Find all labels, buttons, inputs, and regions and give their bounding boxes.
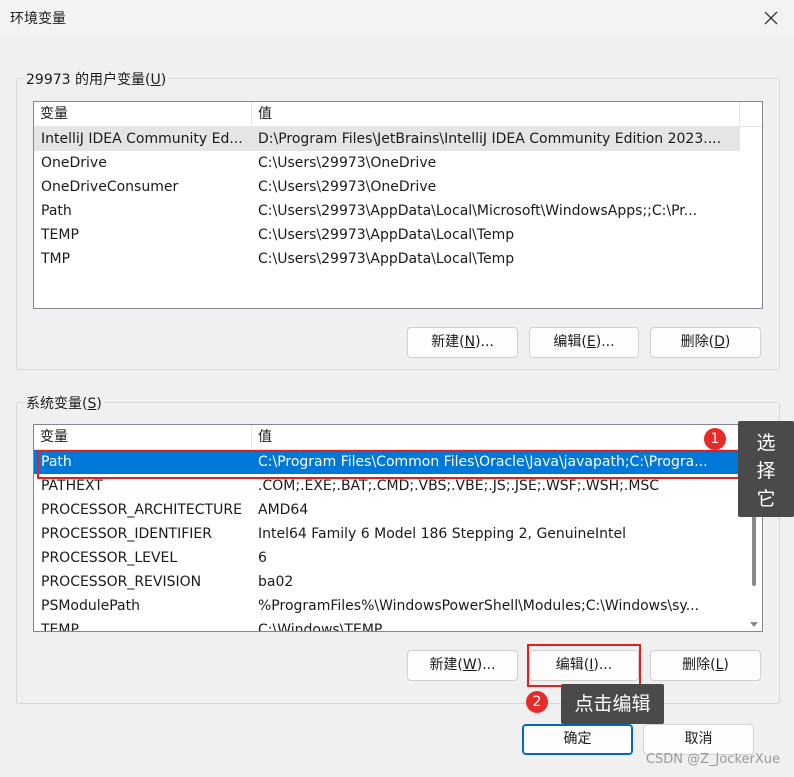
- table-row[interactable]: PROCESSOR_LEVEL 6: [34, 546, 746, 570]
- user-new-button[interactable]: 新建(N)...: [407, 327, 518, 358]
- table-row[interactable]: TEMP C:\Windows\TEMP: [34, 618, 746, 632]
- variable-value-cell: C:\Users\29973\AppData\Local\Microsoft\W…: [258, 203, 698, 219]
- user-vars-list[interactable]: 变量 值 IntelliJ IDEA Community Ed... D:\Pro…: [33, 101, 763, 309]
- table-row[interactable]: Path C:\Users\29973\AppData\Local\Microso…: [34, 199, 740, 223]
- close-button[interactable]: [748, 0, 794, 36]
- column-header-value[interactable]: 值: [252, 425, 746, 449]
- annotation-tip-click-edit: 点击编辑: [561, 684, 664, 724]
- column-header-value[interactable]: 值: [252, 102, 740, 126]
- variable-name-cell: TEMP: [41, 622, 79, 632]
- list-header: 变量 值: [34, 102, 762, 127]
- variable-value-cell: C:\Users\29973\OneDrive: [258, 179, 437, 195]
- variable-name-cell: PROCESSOR_ARCHITECTURE: [41, 502, 242, 518]
- user-edit-button[interactable]: 编辑(E)...: [529, 327, 639, 358]
- variable-name-cell: PROCESSOR_LEVEL: [41, 550, 178, 566]
- table-row[interactable]: PSModulePath %ProgramFiles%\WindowsPowerS…: [34, 594, 746, 618]
- variable-value-cell: ba02: [258, 574, 294, 590]
- watermark: CSDN @Z_JockerXue: [645, 752, 780, 767]
- annotation-tip-select: 选择它: [738, 421, 794, 517]
- variable-value-cell: C:\Users\29973\OneDrive: [258, 155, 437, 171]
- column-header-variable[interactable]: 变量: [34, 425, 252, 449]
- window-title: 环境变量: [10, 11, 66, 27]
- annotation-badge-1: 1: [704, 428, 726, 450]
- system-delete-button[interactable]: 删除(L): [650, 650, 761, 681]
- variable-value-cell: Intel64 Family 6 Model 186 Stepping 2, G…: [258, 526, 627, 542]
- annotation-highlight-edit-button: [527, 644, 641, 687]
- scroll-down-icon[interactable]: [750, 622, 758, 627]
- variable-name-cell: PROCESSOR_REVISION: [41, 574, 202, 590]
- table-row[interactable]: TEMP C:\Users\29973\AppData\Local\Temp: [34, 223, 740, 247]
- ok-button[interactable]: 确定: [522, 724, 633, 755]
- variable-name-cell: OneDriveConsumer: [41, 179, 179, 195]
- column-header-variable[interactable]: 变量: [34, 102, 252, 126]
- close-icon: [764, 11, 778, 25]
- variable-value-cell: C:\Windows\TEMP: [258, 622, 383, 632]
- table-row[interactable]: OneDriveConsumer C:\Users\29973\OneDrive: [34, 175, 740, 199]
- system-new-button[interactable]: 新建(W)...: [407, 650, 518, 681]
- table-row[interactable]: PROCESSOR_REVISION ba02: [34, 570, 746, 594]
- annotation-highlight-path-row: [37, 450, 749, 479]
- table-row[interactable]: OneDrive C:\Users\29973\OneDrive: [34, 151, 740, 175]
- variable-value-cell: C:\Users\29973\AppData\Local\Temp: [258, 251, 515, 267]
- variable-value-cell: D:\Program Files\JetBrains\IntelliJ IDEA…: [258, 131, 722, 147]
- variable-name-cell: IntelliJ IDEA Community Ed...: [41, 131, 243, 147]
- variable-name-cell: TEMP: [41, 227, 79, 243]
- variable-value-cell: C:\Users\29973\AppData\Local\Temp: [258, 227, 515, 243]
- list-header: 变量 值: [34, 425, 762, 450]
- variable-name-cell: Path: [41, 203, 72, 219]
- variable-name-cell: PSModulePath: [41, 598, 140, 614]
- variable-name-cell: OneDrive: [41, 155, 107, 171]
- variable-name-cell: TMP: [41, 251, 71, 267]
- user-vars-group-label: 29973 的用户变量(U): [24, 69, 169, 89]
- title-bar: 环境变量: [0, 0, 794, 36]
- variable-value-cell: %ProgramFiles%\WindowsPowerShell\Modules…: [258, 598, 700, 614]
- user-delete-button[interactable]: 删除(D): [650, 327, 761, 358]
- annotation-tip-text: 选择它: [756, 432, 776, 510]
- variable-name-cell: PROCESSOR_IDENTIFIER: [41, 526, 212, 542]
- table-row[interactable]: PROCESSOR_ARCHITECTURE AMD64: [34, 498, 746, 522]
- variable-value-cell: AMD64: [258, 502, 309, 518]
- cancel-button[interactable]: 取消: [643, 724, 754, 755]
- variable-value-cell: 6: [258, 550, 267, 566]
- table-row[interactable]: PROCESSOR_IDENTIFIER Intel64 Family 6 Mod…: [34, 522, 746, 546]
- annotation-badge-2: 2: [526, 691, 548, 713]
- table-row[interactable]: IntelliJ IDEA Community Ed... D:\Program …: [34, 127, 740, 151]
- table-row[interactable]: TMP C:\Users\29973\AppData\Local\Temp: [34, 247, 740, 271]
- system-vars-group-label: 系统变量(S): [24, 393, 104, 413]
